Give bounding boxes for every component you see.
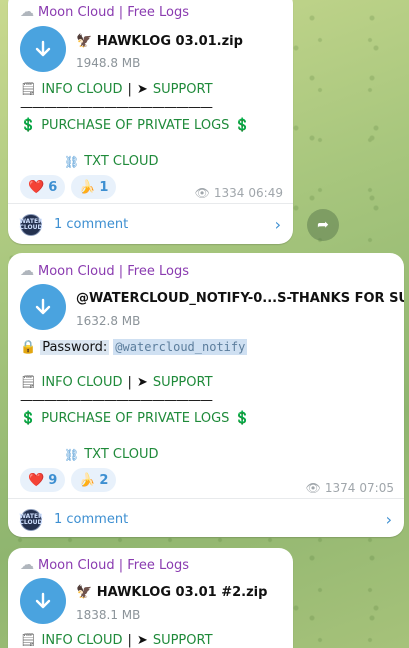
reactions: ❤️ 9 🍌 2: [20, 468, 117, 492]
txt-cloud-link[interactable]: TXT CLOUD: [84, 447, 158, 462]
document-icon: 🗒: [20, 82, 37, 97]
comments-count[interactable]: 1 comment: [54, 217, 263, 232]
file-name[interactable]: @WATERCLOUD_NOTIFY-0...S-THANKS FOR SUB.…: [76, 291, 404, 306]
money-bag-icon: 💲: [20, 411, 37, 426]
file-name[interactable]: 🦅 HAWKLOG 03.01 #2.zip: [76, 585, 267, 600]
download-arrow-icon: [35, 298, 51, 315]
download-button[interactable]: [20, 284, 66, 330]
eagle-icon: 🦅: [76, 585, 93, 600]
divider-dashes: ————————————————: [20, 393, 213, 408]
txt-cloud-link[interactable]: TXT CLOUD: [84, 154, 158, 169]
heart-icon: ❤️: [28, 472, 45, 488]
links-row: 🗒 INFO CLOUD | ➤ SUPPORT: [20, 82, 213, 97]
banana-icon: 🍌: [79, 472, 96, 488]
links-row: 🗒 INFO CLOUD | ➤ SUPPORT: [20, 633, 213, 648]
password-label: Password:: [40, 339, 110, 355]
cloud-icon: ☁: [20, 263, 34, 279]
paper-plane-icon: ➤: [136, 375, 148, 390]
file-size: 1838.1 MB: [76, 608, 141, 622]
view-count: 1334: [213, 186, 245, 200]
comments-count[interactable]: 1 comment: [54, 512, 374, 527]
purchase-row: 💲 PURCHASE OF PRIVATE LOGS 💲: [20, 118, 251, 133]
chevron-right-icon: ›: [385, 510, 392, 529]
support-link[interactable]: SUPPORT: [153, 375, 213, 390]
chevron-right-icon: ›: [274, 215, 281, 234]
txt-cloud-row: ⛓ TXT CLOUD: [64, 154, 159, 169]
cloud-icon: ☁: [20, 557, 34, 573]
download-button[interactable]: [20, 26, 66, 72]
message-bubble-1[interactable]: ☁ Moon Cloud | Free Logs 🦅 HAWKLOG 03.01…: [8, 0, 293, 244]
txt-cloud-row: ⛓ TXT CLOUD: [64, 447, 159, 462]
channel-name[interactable]: ☁ Moon Cloud | Free Logs: [20, 263, 189, 279]
eye-icon: 👁: [305, 481, 321, 495]
password-value[interactable]: @watercloud_notify: [113, 339, 248, 355]
comments-bar[interactable]: WATER CLOUD 1 comment ›: [8, 498, 404, 537]
links-row: 🗒 INFO CLOUD | ➤ SUPPORT: [20, 375, 213, 390]
info-cloud-link[interactable]: INFO CLOUD: [42, 375, 123, 390]
reaction-banana[interactable]: 🍌 2: [71, 468, 117, 492]
money-bag-icon: 💲: [20, 118, 37, 133]
cloud-icon: ☁: [20, 4, 34, 20]
info-cloud-link[interactable]: INFO CLOUD: [42, 633, 123, 648]
password-row: 🔒 Password: @watercloud_notify: [20, 339, 248, 355]
divider-dashes: ————————————————: [20, 100, 213, 115]
banana-icon: 🍌: [79, 179, 96, 195]
reaction-banana[interactable]: 🍌 1: [71, 175, 117, 199]
download-button[interactable]: [20, 578, 66, 624]
money-bag-icon: 💲: [234, 118, 251, 133]
paper-plane-icon: ➤: [136, 633, 148, 648]
support-link[interactable]: SUPPORT: [153, 82, 213, 97]
reaction-heart[interactable]: ❤️ 6: [20, 175, 66, 199]
reaction-heart[interactable]: ❤️ 9: [20, 468, 66, 492]
paper-plane-icon: ➤: [136, 82, 148, 97]
message-bubble-3[interactable]: ☁ Moon Cloud | Free Logs 🦅 HAWKLOG 03.01…: [8, 548, 293, 648]
message-meta: 👁 1374 07:05: [306, 481, 394, 495]
channel-name[interactable]: ☁ Moon Cloud | Free Logs: [20, 4, 189, 20]
timestamp: 07:05: [359, 481, 394, 495]
download-arrow-icon: [35, 40, 51, 57]
share-nodes-icon: ⛓: [64, 447, 80, 462]
comments-bar[interactable]: WATER CLOUD 1 comment ›: [8, 203, 293, 244]
avatar: WATER CLOUD: [19, 508, 43, 531]
heart-icon: ❤️: [28, 179, 45, 195]
message-meta: 👁 1334 06:49: [195, 186, 283, 200]
document-icon: 🗒: [20, 375, 37, 390]
document-icon: 🗒: [20, 633, 37, 648]
file-size: 1632.8 MB: [76, 314, 141, 328]
file-size: 1948.8 MB: [76, 56, 141, 70]
lock-icon: 🔒: [20, 339, 37, 355]
eagle-icon: 🦅: [76, 34, 93, 49]
file-name[interactable]: 🦅 HAWKLOG 03.01.zip: [76, 34, 243, 49]
money-bag-icon: 💲: [234, 411, 251, 426]
share-icon: ➦: [317, 217, 329, 233]
view-count: 1374: [324, 481, 356, 495]
reactions: ❤️ 6 🍌 1: [20, 175, 117, 199]
download-arrow-icon: [35, 592, 51, 609]
share-nodes-icon: ⛓: [64, 154, 80, 169]
purchase-link[interactable]: PURCHASE OF PRIVATE LOGS: [41, 411, 229, 426]
eye-icon: 👁: [194, 186, 210, 200]
channel-name[interactable]: ☁ Moon Cloud | Free Logs: [20, 557, 189, 573]
message-bubble-2[interactable]: ☁ Moon Cloud | Free Logs @WATERCLOUD_NOT…: [8, 253, 404, 537]
avatar: WATER CLOUD: [19, 213, 43, 236]
info-cloud-link[interactable]: INFO CLOUD: [42, 82, 123, 97]
timestamp: 06:49: [248, 186, 283, 200]
purchase-row: 💲 PURCHASE OF PRIVATE LOGS 💲: [20, 411, 251, 426]
support-link[interactable]: SUPPORT: [153, 633, 213, 648]
share-button[interactable]: ➦: [307, 209, 339, 241]
purchase-link[interactable]: PURCHASE OF PRIVATE LOGS: [41, 118, 229, 133]
